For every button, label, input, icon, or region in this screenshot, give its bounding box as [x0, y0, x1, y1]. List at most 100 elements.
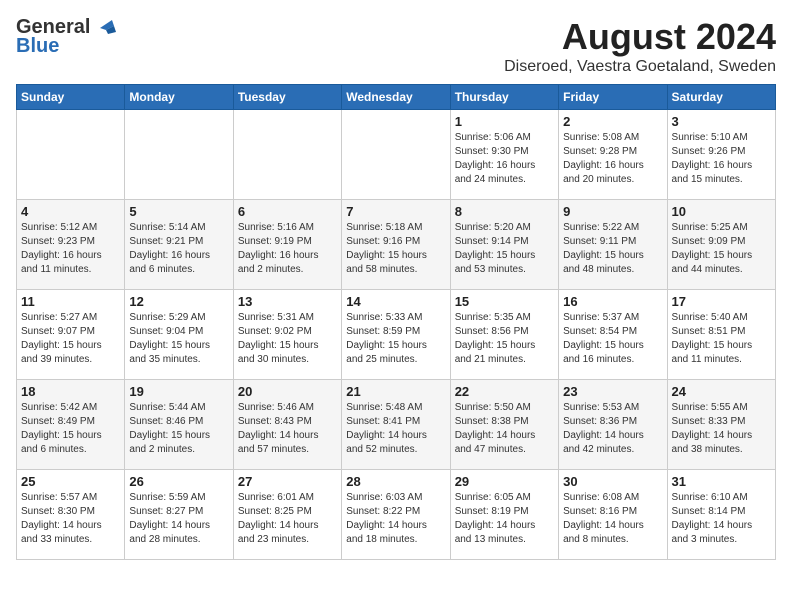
day-info: Sunrise: 5:31 AM Sunset: 9:02 PM Dayligh…	[238, 311, 337, 367]
day-number: 7	[346, 204, 445, 219]
calendar-cell: 22 Sunrise: 5:50 AM Sunset: 8:38 PM Dayli…	[450, 380, 558, 470]
day-number: 20	[238, 384, 337, 399]
day-info: Sunrise: 5:06 AM Sunset: 9:30 PM Dayligh…	[455, 131, 554, 187]
day-info: Sunrise: 5:53 AM Sunset: 8:36 PM Dayligh…	[563, 401, 662, 457]
day-info: Sunrise: 5:29 AM Sunset: 9:04 PM Dayligh…	[129, 311, 228, 367]
calendar-cell: 21Sunrise: 5:48 AM Sunset: 8:41 PM Dayli…	[342, 380, 450, 470]
weekday-header-saturday: Saturday	[667, 85, 775, 110]
calendar-cell: 13 Sunrise: 5:31 AM Sunset: 9:02 PM Dayli…	[233, 290, 341, 380]
day-number: 6	[238, 204, 337, 219]
day-number: 31	[672, 474, 771, 489]
day-number: 25	[21, 474, 120, 489]
calendar-cell: 27 Sunrise: 6:01 AM Sunset: 8:25 PM Dayli…	[233, 470, 341, 560]
day-info: Sunrise: 5:14 AM Sunset: 9:21 PM Dayligh…	[129, 221, 228, 277]
day-info: Sunrise: 5:57 AM Sunset: 8:30 PM Dayligh…	[21, 491, 120, 547]
day-number: 13	[238, 294, 337, 309]
day-number: 16	[563, 294, 662, 309]
calendar-cell: 18 Sunrise: 5:42 AM Sunset: 8:49 PM Dayli…	[17, 380, 125, 470]
day-number: 9	[563, 204, 662, 219]
calendar-cell	[233, 110, 341, 200]
day-info: Sunrise: 5:18 AM Sunset: 9:16 PM Dayligh…	[346, 221, 445, 277]
calendar-cell: 3 Sunrise: 5:10 AM Sunset: 9:26 PM Daylig…	[667, 110, 775, 200]
day-number: 1	[455, 114, 554, 129]
calendar-cell: 24Sunrise: 5:55 AM Sunset: 8:33 PM Dayli…	[667, 380, 775, 470]
weekday-header-friday: Friday	[559, 85, 667, 110]
calendar-cell: 2Sunrise: 5:08 AM Sunset: 9:28 PM Daylig…	[559, 110, 667, 200]
day-number: 29	[455, 474, 554, 489]
day-number: 17	[672, 294, 771, 309]
calendar-cell: 12 Sunrise: 5:29 AM Sunset: 9:04 PM Dayli…	[125, 290, 233, 380]
logo-bird-icon	[92, 18, 120, 38]
day-info: Sunrise: 5:50 AM Sunset: 8:38 PM Dayligh…	[455, 401, 554, 457]
day-number: 19	[129, 384, 228, 399]
day-number: 14	[346, 294, 445, 309]
day-info: Sunrise: 6:08 AM Sunset: 8:16 PM Dayligh…	[563, 491, 662, 547]
day-number: 12	[129, 294, 228, 309]
day-number: 27	[238, 474, 337, 489]
calendar-cell: 16Sunrise: 5:37 AM Sunset: 8:54 PM Dayli…	[559, 290, 667, 380]
day-info: Sunrise: 5:44 AM Sunset: 8:46 PM Dayligh…	[129, 401, 228, 457]
title-block: August 2024 Diseroed, Vaestra Goetaland,…	[504, 16, 776, 76]
day-number: 26	[129, 474, 228, 489]
calendar-cell: 23 Sunrise: 5:53 AM Sunset: 8:36 PM Dayli…	[559, 380, 667, 470]
weekday-header-tuesday: Tuesday	[233, 85, 341, 110]
day-number: 28	[346, 474, 445, 489]
logo: General Blue	[16, 16, 120, 58]
calendar-cell: 14Sunrise: 5:33 AM Sunset: 8:59 PM Dayli…	[342, 290, 450, 380]
page-header: General Blue August 2024 Diseroed, Vaest…	[16, 16, 776, 76]
calendar-week-2: 4 Sunrise: 5:12 AM Sunset: 9:23 PM Daylig…	[17, 200, 776, 290]
calendar-cell: 9Sunrise: 5:22 AM Sunset: 9:11 PM Daylig…	[559, 200, 667, 290]
calendar-body: 1 Sunrise: 5:06 AM Sunset: 9:30 PM Daylig…	[17, 110, 776, 560]
calendar-cell	[342, 110, 450, 200]
day-number: 23	[563, 384, 662, 399]
day-number: 22	[455, 384, 554, 399]
calendar-cell: 30Sunrise: 6:08 AM Sunset: 8:16 PM Dayli…	[559, 470, 667, 560]
day-info: Sunrise: 5:25 AM Sunset: 9:09 PM Dayligh…	[672, 221, 771, 277]
calendar-cell: 7 Sunrise: 5:18 AM Sunset: 9:16 PM Daylig…	[342, 200, 450, 290]
day-info: Sunrise: 5:16 AM Sunset: 9:19 PM Dayligh…	[238, 221, 337, 277]
day-info: Sunrise: 5:20 AM Sunset: 9:14 PM Dayligh…	[455, 221, 554, 277]
day-number: 5	[129, 204, 228, 219]
logo-blue: Blue	[16, 35, 59, 58]
day-info: Sunrise: 5:10 AM Sunset: 9:26 PM Dayligh…	[672, 131, 771, 187]
day-number: 4	[21, 204, 120, 219]
day-info: Sunrise: 6:03 AM Sunset: 8:22 PM Dayligh…	[346, 491, 445, 547]
calendar-cell: 20 Sunrise: 5:46 AM Sunset: 8:43 PM Dayli…	[233, 380, 341, 470]
day-info: Sunrise: 5:55 AM Sunset: 8:33 PM Dayligh…	[672, 401, 771, 457]
weekday-header-sunday: Sunday	[17, 85, 125, 110]
day-number: 18	[21, 384, 120, 399]
day-number: 3	[672, 114, 771, 129]
calendar-cell: 10Sunrise: 5:25 AM Sunset: 9:09 PM Dayli…	[667, 200, 775, 290]
calendar-week-5: 25 Sunrise: 5:57 AM Sunset: 8:30 PM Dayli…	[17, 470, 776, 560]
calendar-cell: 1 Sunrise: 5:06 AM Sunset: 9:30 PM Daylig…	[450, 110, 558, 200]
day-number: 11	[21, 294, 120, 309]
day-info: Sunrise: 5:46 AM Sunset: 8:43 PM Dayligh…	[238, 401, 337, 457]
month-title: August 2024	[504, 16, 776, 58]
day-number: 8	[455, 204, 554, 219]
calendar-week-4: 18 Sunrise: 5:42 AM Sunset: 8:49 PM Dayli…	[17, 380, 776, 470]
weekday-header-thursday: Thursday	[450, 85, 558, 110]
calendar-week-3: 11 Sunrise: 5:27 AM Sunset: 9:07 PM Dayli…	[17, 290, 776, 380]
calendar-cell: 8 Sunrise: 5:20 AM Sunset: 9:14 PM Daylig…	[450, 200, 558, 290]
calendar-cell: 26Sunrise: 5:59 AM Sunset: 8:27 PM Dayli…	[125, 470, 233, 560]
calendar-cell: 28 Sunrise: 6:03 AM Sunset: 8:22 PM Dayli…	[342, 470, 450, 560]
calendar-table: SundayMondayTuesdayWednesdayThursdayFrid…	[16, 84, 776, 560]
calendar-cell: 17Sunrise: 5:40 AM Sunset: 8:51 PM Dayli…	[667, 290, 775, 380]
day-info: Sunrise: 6:10 AM Sunset: 8:14 PM Dayligh…	[672, 491, 771, 547]
calendar-cell: 25 Sunrise: 5:57 AM Sunset: 8:30 PM Dayli…	[17, 470, 125, 560]
day-info: Sunrise: 5:35 AM Sunset: 8:56 PM Dayligh…	[455, 311, 554, 367]
day-info: Sunrise: 5:12 AM Sunset: 9:23 PM Dayligh…	[21, 221, 120, 277]
weekday-header-monday: Monday	[125, 85, 233, 110]
weekday-header-row: SundayMondayTuesdayWednesdayThursdayFrid…	[17, 85, 776, 110]
calendar-cell: 29Sunrise: 6:05 AM Sunset: 8:19 PM Dayli…	[450, 470, 558, 560]
day-info: Sunrise: 5:27 AM Sunset: 9:07 PM Dayligh…	[21, 311, 120, 367]
day-info: Sunrise: 6:01 AM Sunset: 8:25 PM Dayligh…	[238, 491, 337, 547]
day-info: Sunrise: 5:08 AM Sunset: 9:28 PM Dayligh…	[563, 131, 662, 187]
calendar-cell: 19 Sunrise: 5:44 AM Sunset: 8:46 PM Dayli…	[125, 380, 233, 470]
weekday-header-wednesday: Wednesday	[342, 85, 450, 110]
day-info: Sunrise: 5:42 AM Sunset: 8:49 PM Dayligh…	[21, 401, 120, 457]
calendar-cell: 6 Sunrise: 5:16 AM Sunset: 9:19 PM Daylig…	[233, 200, 341, 290]
day-info: Sunrise: 5:48 AM Sunset: 8:41 PM Dayligh…	[346, 401, 445, 457]
calendar-cell	[125, 110, 233, 200]
calendar-cell	[17, 110, 125, 200]
